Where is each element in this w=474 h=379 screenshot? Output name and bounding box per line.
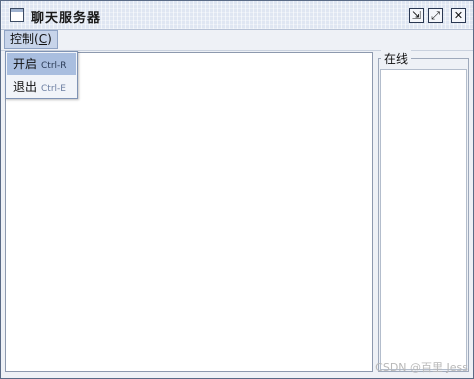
maximize-icon[interactable]: ⤢ [428, 8, 443, 23]
message-text-area[interactable] [5, 52, 373, 372]
menu-item-start-accelerator: Ctrl-R [41, 61, 67, 71]
menu-control-suffix: ) [47, 32, 52, 46]
window-icon [10, 8, 24, 22]
csdn-watermark: CSDN @百里 Jess [375, 361, 468, 374]
online-panel-title: 在线 [381, 50, 412, 67]
iconify-icon[interactable]: ⇲ [409, 8, 424, 23]
menu-control-mnemonic: C [38, 32, 48, 46]
chat-server-window: 聊天服务器 ⇲ ⤢ ✕ 控制(C) 在线 开启 Ctrl-R 退出 Ctrl-E [0, 0, 474, 379]
menu-item-exit-label: 退出 [13, 80, 38, 94]
menu-control-label: 控制( [10, 32, 39, 46]
title-bar[interactable]: 聊天服务器 ⇲ ⤢ ✕ [1, 1, 473, 30]
menu-item-start-label: 开启 [13, 57, 38, 71]
close-icon[interactable]: ✕ [451, 8, 466, 23]
menu-item-exit-accelerator: Ctrl-E [41, 84, 66, 94]
menu-item-start[interactable]: 开启 Ctrl-R [7, 53, 76, 75]
online-users-list[interactable] [380, 69, 467, 370]
menu-item-exit[interactable]: 退出 Ctrl-E [7, 76, 76, 98]
menu-control[interactable]: 控制(C) [4, 30, 58, 49]
control-dropdown-menu: 开启 Ctrl-R 退出 Ctrl-E [5, 51, 78, 99]
window-title: 聊天服务器 [31, 11, 102, 26]
menu-bar: 控制(C) [1, 30, 473, 51]
